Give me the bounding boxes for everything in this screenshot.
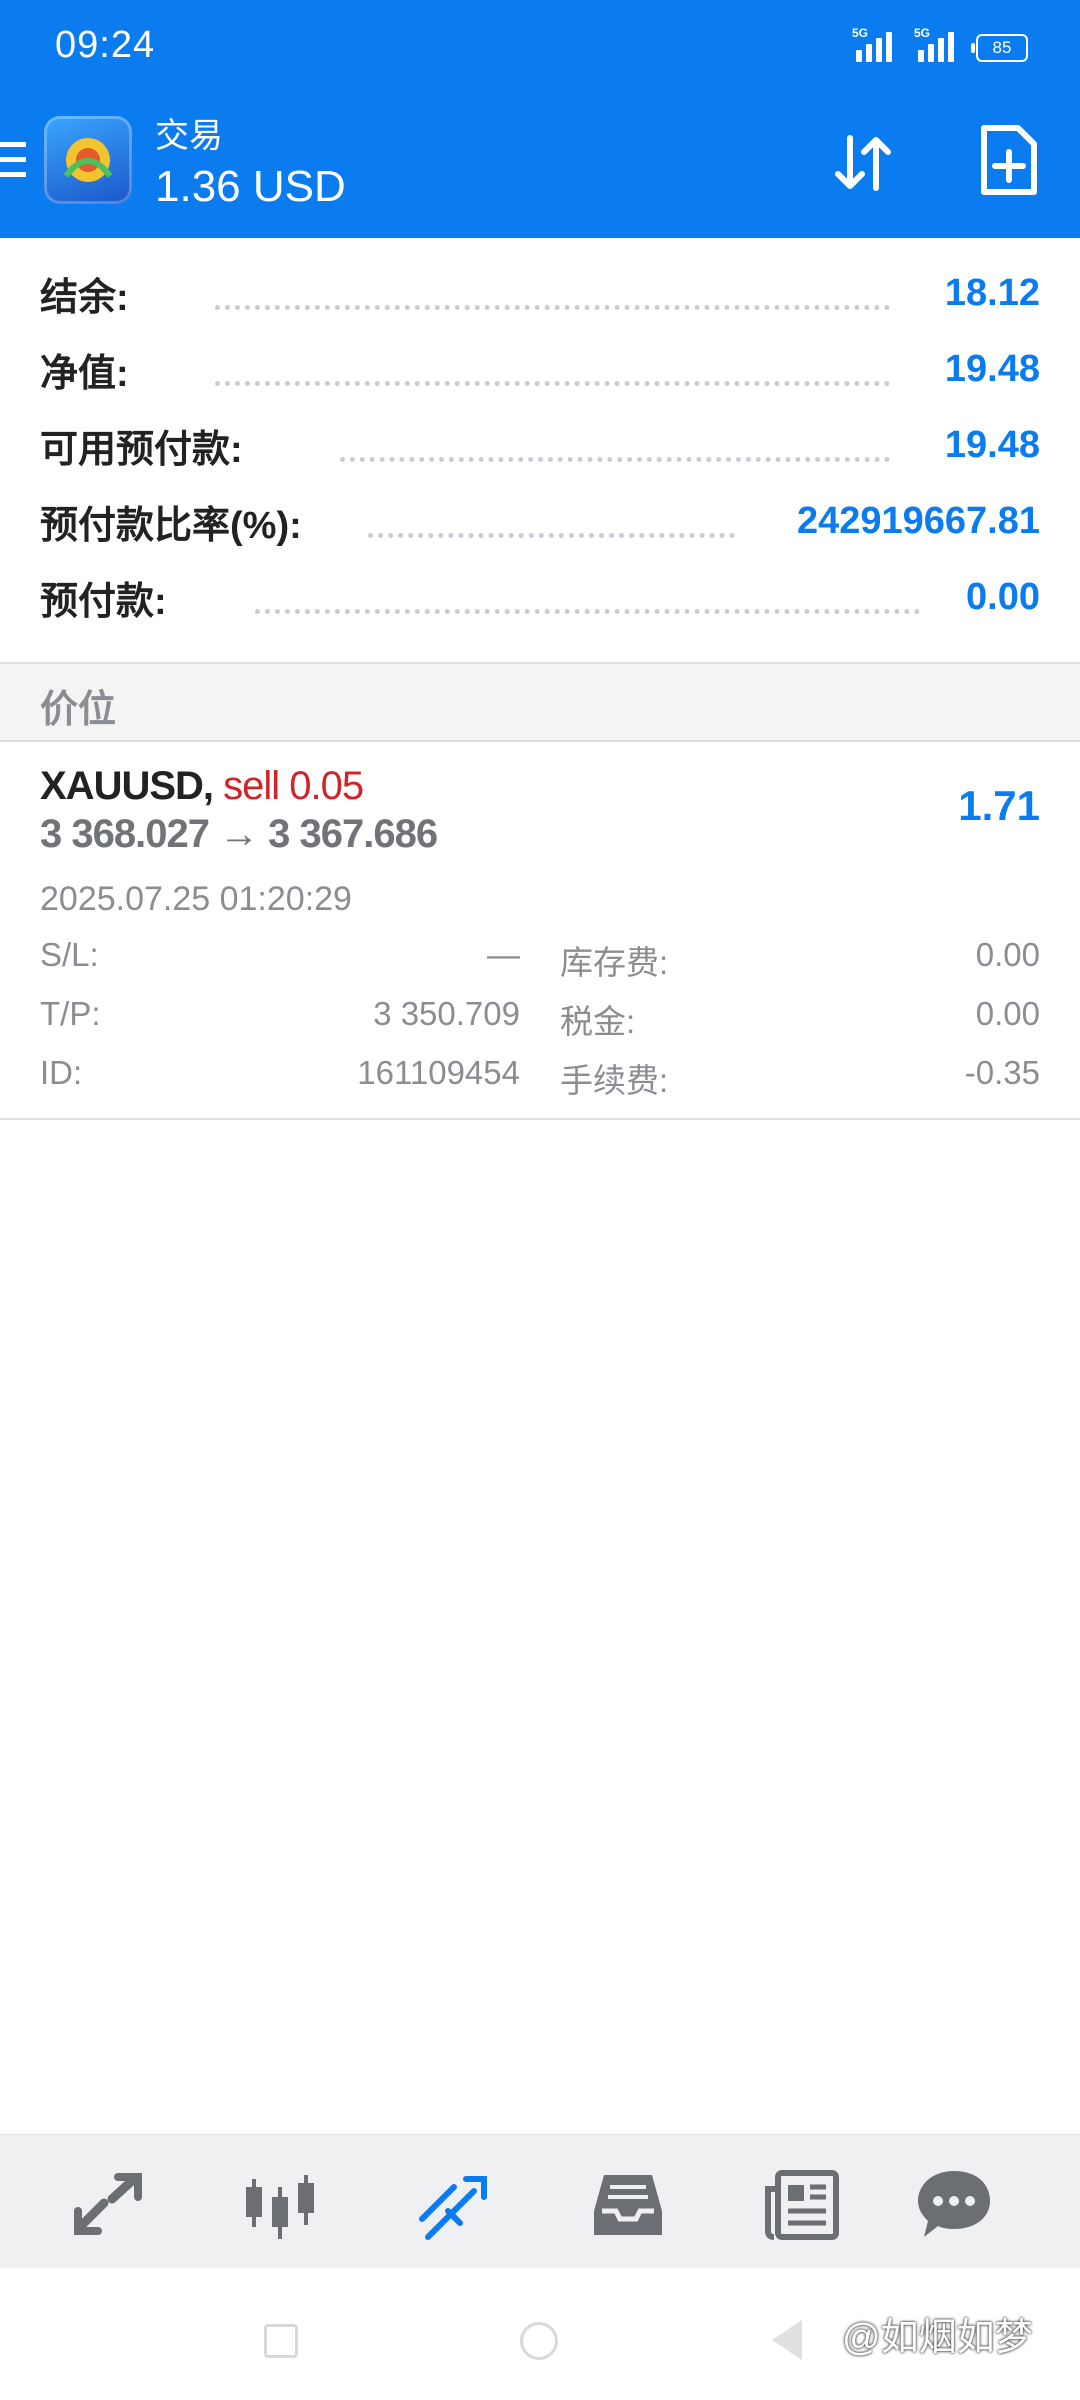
position-profit: 1.71	[958, 782, 1040, 829]
home-icon[interactable]	[520, 2322, 558, 2360]
position-item[interactable]: XAUUSD, sell 0.05 3 368.027 → 3 367.686 …	[0, 740, 1080, 1120]
messages-icon[interactable]	[914, 2165, 994, 2245]
detail-value: 0.00	[975, 995, 1040, 1032]
watermark: @如烟如梦	[842, 2317, 1033, 2359]
detail-label: T/P:	[40, 995, 101, 1032]
summary-value: 18.12	[944, 271, 1040, 314]
summary-label: 结余:	[40, 276, 129, 319]
chart-icon[interactable]	[240, 2165, 320, 2245]
page-title: 交易	[155, 117, 223, 155]
summary-row-equity: 净值: 19.48	[0, 331, 1080, 407]
summary-row-margin-level: 预付款比率(%): 242919667.81	[0, 483, 1080, 559]
summary-label: 可用预付款:	[40, 428, 243, 471]
back-icon[interactable]	[772, 2320, 802, 2360]
metatrader-logo-icon	[44, 116, 132, 204]
status-time: 09:24	[55, 24, 156, 66]
summary-row-balance: 结余: 18.12	[0, 255, 1080, 331]
summary-value: 0.00	[966, 575, 1040, 618]
detail-label: 库存费:	[560, 944, 669, 981]
detail-row-sl: S/L: — 库存费: 0.00	[0, 936, 1080, 995]
detail-label: 手续费:	[560, 1062, 669, 1099]
detail-label: 税金:	[560, 1003, 636, 1040]
dot-leader	[368, 533, 735, 538]
news-icon[interactable]	[762, 2165, 842, 2245]
account-summary: 结余: 18.12 净值: 19.48 可用预付款: 19.48 预付款比率(%…	[0, 255, 1080, 635]
position-symbol-line: XAUUSD, sell 0.05	[40, 764, 364, 809]
position-open-time: 2025.07.25 01:20:29	[40, 880, 352, 918]
summary-row-free-margin: 可用预付款: 19.48	[0, 407, 1080, 483]
summary-row-margin: 预付款: 0.00	[0, 559, 1080, 635]
section-title: 价位	[40, 689, 117, 731]
sort-icon[interactable]	[828, 128, 898, 198]
recent-apps-icon[interactable]	[264, 2324, 298, 2358]
signal-icon: 5G	[914, 26, 960, 62]
detail-value: -0.35	[964, 1054, 1040, 1091]
detail-label: ID:	[40, 1054, 83, 1091]
trade-icon[interactable]	[414, 2165, 494, 2245]
detail-row-id: ID: 161109454 手续费: -0.35	[0, 1054, 1080, 1113]
summary-label: 预付款比率(%):	[40, 504, 302, 547]
signal-label: 5G	[852, 26, 869, 40]
detail-row-tp: T/P: 3 350.709 税金: 0.00	[0, 995, 1080, 1054]
bottom-tab-bar	[0, 2134, 1080, 2269]
detail-value: 161109454	[357, 1054, 520, 1091]
app-header: 09:24 5G 5G 85 交易 1.36 USD	[0, 0, 1080, 238]
dot-leader	[340, 457, 890, 462]
menu-icon[interactable]	[0, 142, 28, 182]
summary-value: 19.48	[944, 347, 1040, 390]
detail-value: 3 350.709	[373, 995, 520, 1032]
summary-value: 242919667.81	[796, 499, 1040, 542]
position-details: S/L: — 库存费: 0.00 T/P: 3 350.709 税金: 0.00…	[0, 936, 1080, 1113]
summary-label: 预付款:	[40, 580, 167, 623]
signal-label: 5G	[914, 26, 931, 40]
detail-label: S/L:	[40, 936, 99, 973]
dot-leader	[255, 609, 920, 614]
signal-icon: 5G	[852, 26, 898, 62]
header-balance: 1.36 USD	[155, 162, 346, 211]
history-icon[interactable]	[588, 2165, 668, 2245]
section-header-price: 价位	[0, 662, 1080, 742]
detail-value: —	[487, 936, 520, 973]
dot-leader	[215, 381, 890, 386]
summary-value: 19.48	[944, 423, 1040, 466]
quotes-icon[interactable]	[68, 2165, 148, 2245]
dot-leader	[215, 305, 890, 310]
status-icons: 5G 5G 85	[852, 26, 1028, 62]
battery-icon: 85	[971, 34, 1028, 62]
position-symbol: XAUUSD,	[40, 764, 214, 808]
detail-value: 0.00	[975, 936, 1040, 973]
position-prices: 3 368.027 → 3 367.686	[40, 812, 438, 856]
new-order-icon[interactable]	[974, 122, 1044, 198]
position-type: sell 0.05	[223, 764, 364, 808]
summary-label: 净值:	[40, 352, 129, 395]
system-navigation-bar: @如烟如梦	[0, 2268, 1080, 2400]
